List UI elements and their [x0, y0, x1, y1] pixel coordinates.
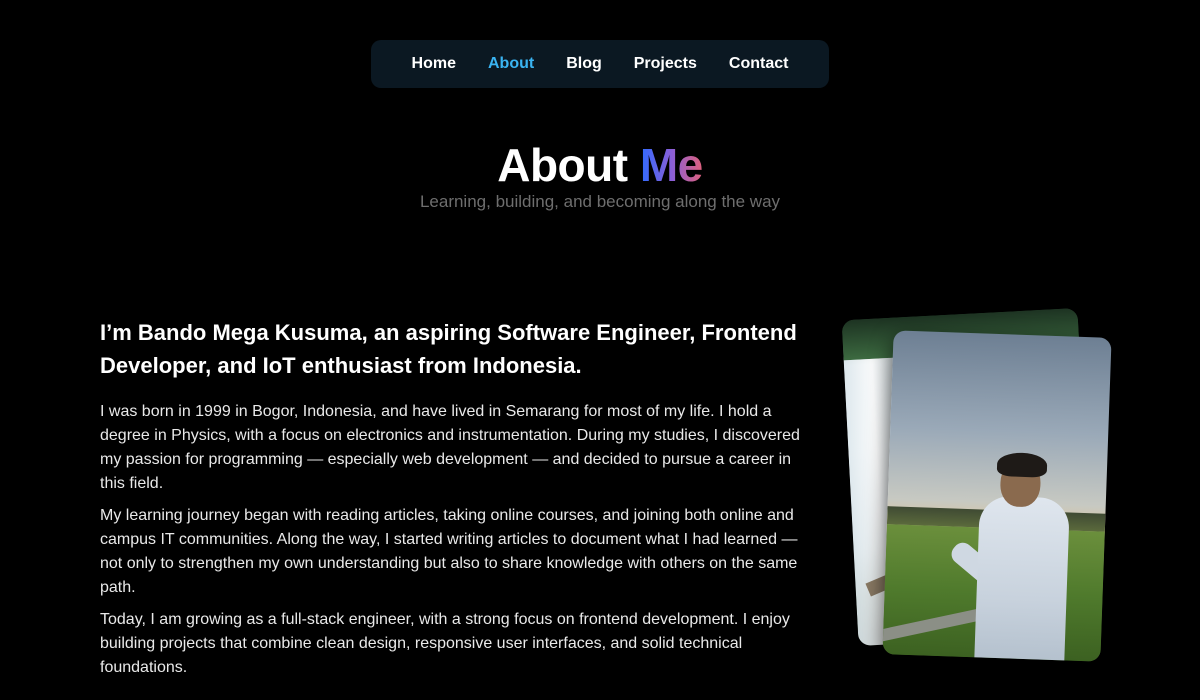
page-title: About Me — [0, 138, 1200, 192]
intro-headline: I’m Bando Mega Kusuma, an aspiring Softw… — [100, 320, 797, 378]
page-title-plain: About — [497, 139, 640, 191]
intro-paragraph-1: I was born in 1999 in Bogor, Indonesia, … — [100, 403, 800, 492]
nav-projects-link[interactable]: Projects — [618, 55, 713, 73]
nav-about-link[interactable]: About — [472, 55, 550, 73]
nav-contact-link[interactable]: Contact — [713, 55, 805, 73]
nav-blog-link[interactable]: Blog — [550, 55, 618, 73]
intro-paragraph-2: My learning journey began with reading a… — [100, 507, 798, 596]
page-title-accent: Me — [639, 139, 703, 191]
photo-person-body — [974, 495, 1070, 662]
top-nav: Home About Blog Projects Contact — [371, 40, 829, 88]
profile-photo — [882, 330, 1112, 662]
photo-person-hair — [996, 451, 1048, 478]
intro-paragraph-3: Today, I am growing as a full-stack engi… — [100, 611, 790, 676]
page-subtitle: Learning, building, and becoming along t… — [419, 192, 781, 211]
about-intro: I’m Bando Mega Kusuma, an aspiring Softw… — [100, 316, 800, 680]
nav-home-link[interactable]: Home — [396, 55, 472, 73]
